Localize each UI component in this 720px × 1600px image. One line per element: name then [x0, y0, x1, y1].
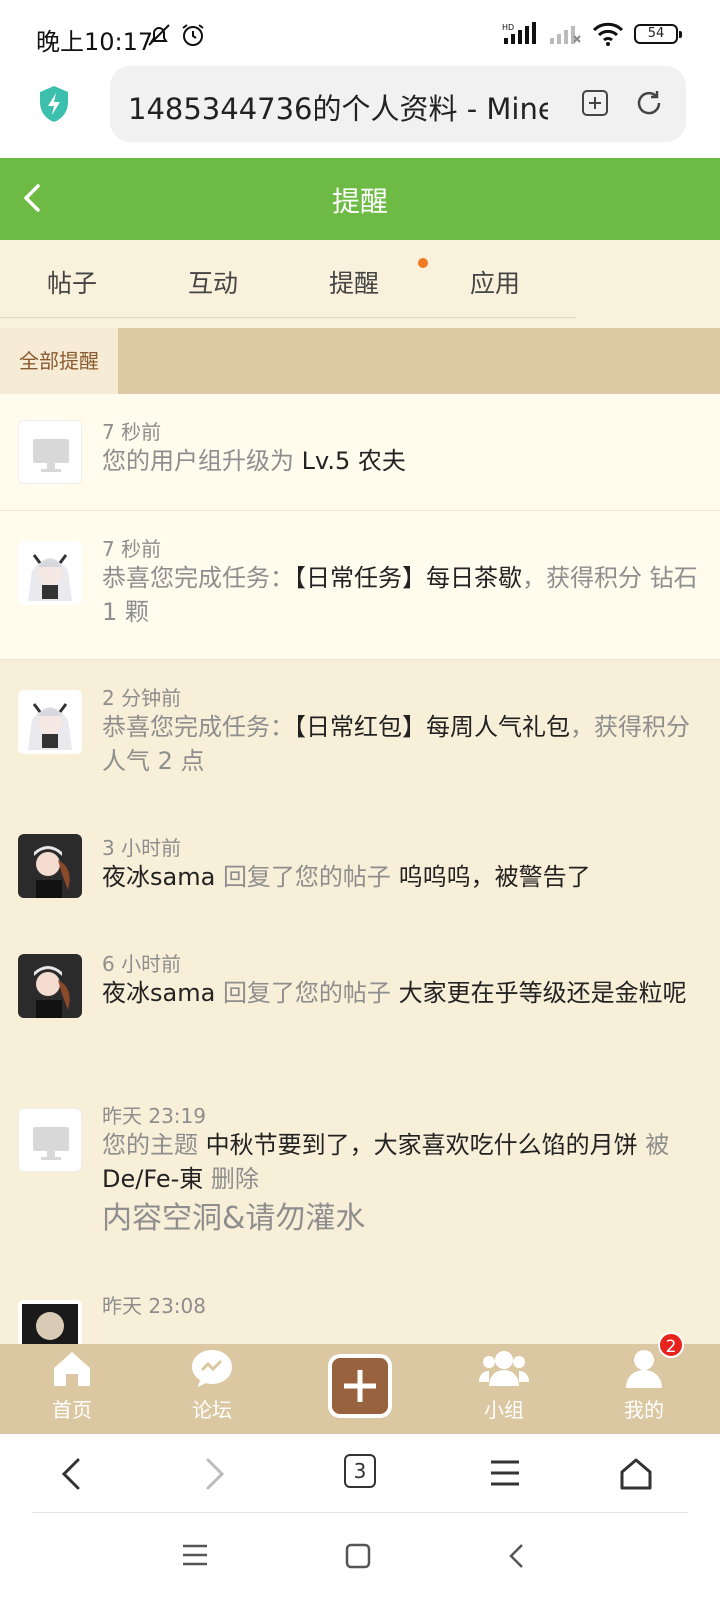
tab-count-button[interactable]: 3 — [344, 1454, 376, 1488]
system-nav — [0, 1514, 720, 1600]
notification-text: 恭喜您完成任务：【日常任务】每日茶歇，获得积分 钻石 1 颗 — [102, 564, 698, 626]
notification-list: 7 秒前 您的用户组升级为 Lv.5 农夫 7 秒前 恭喜您完成任务：【日常任务… — [0, 394, 720, 1344]
list-item[interactable]: 6 小时前 夜冰sama 回复了您的帖子 大家更在乎等级还是金粒呢 — [0, 928, 720, 1078]
avatar — [18, 834, 82, 898]
computer-icon — [33, 439, 69, 472]
group-icon — [479, 1351, 529, 1386]
avatar — [18, 541, 82, 605]
svg-text:HD: HD — [502, 23, 514, 32]
avatar — [18, 1300, 82, 1344]
bell-off-icon — [148, 24, 170, 46]
notification-time: 7 秒前 — [102, 420, 162, 444]
browser-nav: 3 — [0, 1434, 720, 1514]
tab-posts[interactable]: 帖子 — [47, 264, 97, 300]
status-bar: 晚上10:17 HD 54 — [0, 0, 720, 64]
anime-avatar-icon — [18, 541, 82, 605]
filter-all-reminders[interactable]: 全部提醒 — [0, 328, 118, 394]
anime-avatar-icon — [18, 690, 82, 754]
notification-time: 7 秒前 — [102, 537, 162, 561]
battery-indicator: 54 — [634, 24, 682, 44]
nav-mine[interactable]: 我的 — [604, 1348, 684, 1423]
computer-icon — [33, 1127, 69, 1160]
tab-bar: 帖子 互动 提醒 应用 — [0, 240, 720, 328]
system-avatar — [18, 1108, 82, 1172]
unread-dot — [418, 258, 428, 268]
notification-badge: 2 — [658, 1332, 684, 1358]
delete-reason: 内容空洞&请勿灌水 — [102, 1201, 366, 1236]
bookmark-add-icon[interactable] — [580, 88, 610, 118]
post-button[interactable] — [328, 1354, 392, 1418]
page-title: 提醒 — [331, 185, 388, 218]
home-button-icon[interactable] — [344, 1542, 372, 1570]
photo-avatar-icon — [18, 1300, 82, 1344]
avatar — [18, 954, 82, 1018]
shield-icon[interactable] — [36, 84, 72, 124]
hd-signal-icon: HD — [502, 22, 536, 44]
app-header: 提醒 — [0, 158, 720, 240]
notification-time: 昨天 23:19 — [102, 1104, 206, 1128]
list-item[interactable]: 7 秒前 您的用户组升级为 Lv.5 农夫 — [0, 394, 720, 511]
notification-time: 3 小时前 — [102, 836, 182, 860]
menu-icon[interactable] — [488, 1456, 522, 1490]
browser-back-icon[interactable] — [56, 1456, 86, 1492]
nav-forum[interactable]: 论坛 — [172, 1348, 252, 1423]
signal-icon — [550, 26, 581, 44]
notification-text: 夜冰sama 回复了您的帖子 呜呜呜，被警告了 — [102, 863, 591, 891]
notification-time: 昨天 23:08 — [102, 1294, 206, 1318]
notification-time: 6 小时前 — [102, 952, 182, 976]
status-time: 晚上10:17 — [36, 28, 154, 56]
refresh-icon[interactable] — [634, 88, 664, 118]
notification-time: 2 分钟前 — [102, 686, 182, 710]
user-icon — [626, 1350, 662, 1388]
list-item[interactable]: 3 小时前 夜冰sama 回复了您的帖子 呜呜呜，被警告了 — [0, 810, 720, 928]
divider — [32, 1512, 688, 1513]
list-item[interactable]: 昨天 23:19 您的主题 中秋节要到了，大家喜欢吃什么馅的月饼 被 De/Fe… — [0, 1078, 720, 1268]
tab-reminders[interactable]: 提醒 — [329, 264, 379, 300]
list-item[interactable]: 2 分钟前 恭喜您完成任务：【日常红包】每周人气礼包，获得积分 人气 2 点 — [0, 660, 720, 810]
notification-text: 恭喜您完成任务：【日常红包】每周人气礼包，获得积分 人气 2 点 — [102, 713, 690, 775]
forum-icon — [192, 1350, 232, 1387]
recents-icon[interactable] — [180, 1542, 210, 1568]
browser-home-icon[interactable] — [618, 1456, 654, 1492]
list-item[interactable]: 7 秒前 恭喜您完成任务：【日常任务】每日茶歇，获得积分 钻石 1 颗 — [0, 511, 720, 660]
notification-text: 您的主题 中秋节要到了，大家喜欢吃什么馅的月饼 被 De/Fe-東 删除 内容空… — [102, 1128, 698, 1236]
system-avatar — [18, 420, 82, 484]
home-icon — [54, 1352, 90, 1386]
nav-home[interactable]: 首页 — [32, 1348, 112, 1423]
address-bar[interactable]: 1485344736的个人资料 - Mine — [110, 66, 686, 142]
browser-bar: 1485344736的个人资料 - Mine — [0, 64, 720, 158]
user-avatar-icon — [18, 834, 82, 898]
bottom-nav: 首页 论坛 小组 我的 2 — [0, 1332, 720, 1434]
avatar — [18, 690, 82, 754]
notification-text: 夜冰sama 回复了您的帖子 大家更在乎等级还是金粒呢 — [102, 979, 687, 1007]
plus-icon — [344, 1370, 376, 1402]
tab-apps[interactable]: 应用 — [470, 264, 520, 300]
alarm-icon — [182, 24, 204, 46]
nav-groups[interactable]: 小组 — [464, 1348, 544, 1423]
browser-forward-icon[interactable] — [200, 1456, 230, 1492]
wifi-icon — [592, 22, 624, 46]
notification-text: 您的用户组升级为 Lv.5 农夫 — [102, 447, 406, 475]
url-text[interactable]: 1485344736的个人资料 - Mine — [128, 86, 548, 128]
system-back-icon[interactable] — [506, 1542, 528, 1570]
filter-row: 全部提醒 — [0, 328, 720, 394]
user-avatar-icon — [18, 954, 82, 1018]
list-item[interactable]: 昨天 23:08 — [0, 1268, 720, 1344]
tab-interaction[interactable]: 互动 — [188, 264, 238, 300]
